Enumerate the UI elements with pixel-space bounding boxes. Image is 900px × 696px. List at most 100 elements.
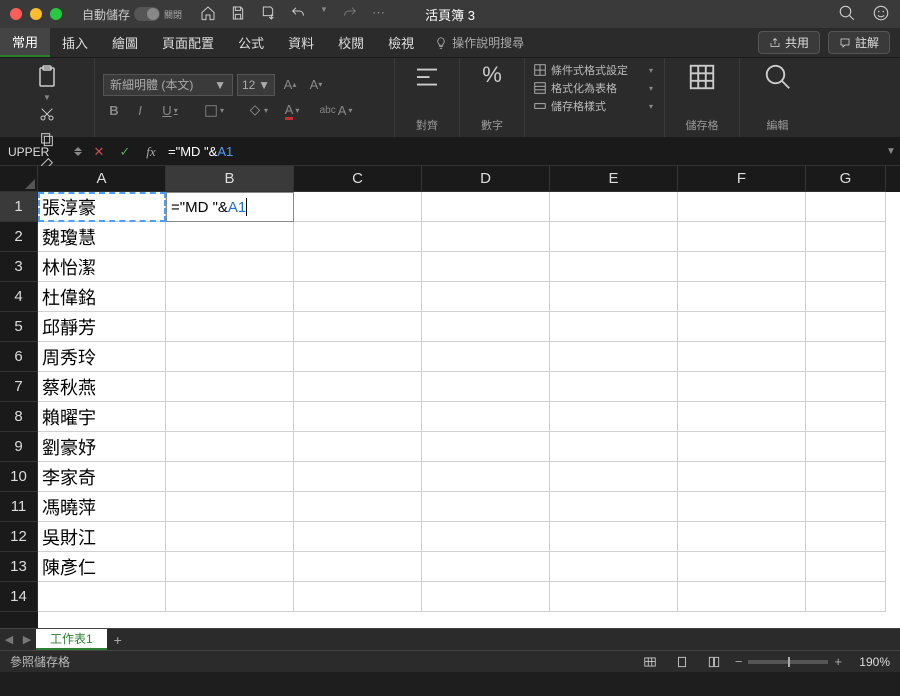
conditional-formatting-button[interactable]: 條件式格式設定▾ — [533, 62, 653, 78]
row-header[interactable]: 12 — [0, 522, 38, 552]
enter-button[interactable]: ✓ — [112, 144, 138, 160]
cell[interactable] — [550, 342, 678, 372]
cell[interactable] — [422, 222, 550, 252]
bold-button[interactable]: B — [103, 100, 125, 122]
cell[interactable] — [550, 192, 678, 222]
save-as-icon[interactable] — [260, 5, 276, 24]
cell[interactable] — [550, 372, 678, 402]
cell[interactable] — [294, 492, 422, 522]
number-format-button[interactable]: % — [467, 62, 517, 88]
cancel-button[interactable]: ✕ — [86, 144, 112, 160]
cell[interactable] — [166, 342, 294, 372]
cell[interactable] — [422, 312, 550, 342]
cell[interactable] — [166, 372, 294, 402]
cell[interactable] — [38, 582, 166, 612]
page-layout-view-button[interactable] — [671, 653, 693, 671]
font-name-select[interactable]: 新細明體 (本文)▼ — [103, 74, 233, 96]
cell[interactable]: 蔡秋燕 — [38, 372, 166, 402]
share-button[interactable]: 共用 — [758, 31, 820, 54]
cell[interactable] — [294, 282, 422, 312]
col-header-c[interactable]: C — [294, 166, 422, 192]
cell[interactable] — [294, 252, 422, 282]
border-button[interactable]: ▾ — [199, 100, 229, 122]
cell[interactable] — [294, 522, 422, 552]
cell[interactable]: 張淳豪 — [38, 192, 166, 222]
cell[interactable] — [550, 462, 678, 492]
cell[interactable] — [806, 342, 886, 372]
tab-view[interactable]: 檢視 — [376, 28, 426, 57]
tab-data[interactable]: 資料 — [276, 28, 326, 57]
row-header[interactable]: 3 — [0, 252, 38, 282]
undo-dropdown-icon[interactable]: ▼ — [320, 5, 328, 24]
cell[interactable] — [806, 522, 886, 552]
cell[interactable] — [806, 552, 886, 582]
zoom-percent[interactable]: 190% — [848, 655, 890, 669]
cell[interactable] — [294, 582, 422, 612]
cell[interactable]: 林怡潔 — [38, 252, 166, 282]
cell[interactable]: 賴曜宇 — [38, 402, 166, 432]
cell[interactable]: 杜偉銘 — [38, 282, 166, 312]
cell[interactable] — [422, 402, 550, 432]
col-header-b[interactable]: B — [166, 166, 294, 192]
tab-formulas[interactable]: 公式 — [226, 28, 276, 57]
cell[interactable] — [678, 282, 806, 312]
cell[interactable]: ="MD "&A1 — [166, 192, 294, 222]
cell[interactable] — [166, 462, 294, 492]
cells-button[interactable] — [677, 62, 727, 92]
expand-formula-bar-icon[interactable]: ▼ — [882, 146, 900, 157]
cell[interactable] — [294, 342, 422, 372]
cell[interactable] — [422, 432, 550, 462]
cell[interactable] — [806, 432, 886, 462]
cell[interactable] — [422, 342, 550, 372]
sheet-nav-next[interactable]: ▶ — [18, 633, 36, 646]
tab-home[interactable]: 常用 — [0, 28, 50, 57]
emoji-icon[interactable] — [872, 4, 890, 25]
col-header-f[interactable]: F — [678, 166, 806, 192]
cell[interactable] — [166, 222, 294, 252]
cell[interactable] — [422, 372, 550, 402]
row-header[interactable]: 8 — [0, 402, 38, 432]
formula-input[interactable]: ="MD "&A1 — [164, 144, 882, 160]
row-header[interactable]: 14 — [0, 582, 38, 612]
cell[interactable] — [806, 222, 886, 252]
cell[interactable] — [678, 492, 806, 522]
row-header[interactable]: 11 — [0, 492, 38, 522]
cell[interactable] — [166, 522, 294, 552]
cell[interactable] — [294, 462, 422, 492]
cell[interactable] — [294, 312, 422, 342]
cell[interactable] — [806, 462, 886, 492]
tab-draw[interactable]: 繪圖 — [100, 28, 150, 57]
row-header[interactable]: 13 — [0, 552, 38, 582]
zoom-in-button[interactable]: + — [834, 654, 842, 669]
cell[interactable] — [678, 252, 806, 282]
minimize-window-button[interactable] — [30, 8, 42, 20]
comments-button[interactable]: 註解 — [828, 31, 890, 54]
increase-font-icon[interactable]: A▴ — [279, 74, 301, 96]
cell[interactable] — [678, 402, 806, 432]
cell[interactable] — [422, 192, 550, 222]
cell[interactable] — [550, 492, 678, 522]
cell[interactable] — [166, 252, 294, 282]
cell[interactable] — [166, 282, 294, 312]
cell[interactable] — [806, 492, 886, 522]
cell[interactable] — [422, 492, 550, 522]
cell[interactable] — [166, 582, 294, 612]
cell[interactable] — [422, 522, 550, 552]
cell[interactable] — [550, 252, 678, 282]
cell[interactable] — [166, 432, 294, 462]
tab-review[interactable]: 校閱 — [326, 28, 376, 57]
cell[interactable] — [550, 432, 678, 462]
cell[interactable]: 陳彥仁 — [38, 552, 166, 582]
cell[interactable] — [678, 582, 806, 612]
tab-insert[interactable]: 插入 — [50, 28, 100, 57]
cell[interactable] — [678, 222, 806, 252]
name-box[interactable]: UPPER — [0, 145, 70, 159]
row-header[interactable]: 6 — [0, 342, 38, 372]
select-all-corner[interactable] — [0, 166, 38, 192]
italic-button[interactable]: I — [129, 100, 151, 122]
cell[interactable] — [806, 372, 886, 402]
row-header[interactable]: 10 — [0, 462, 38, 492]
zoom-slider[interactable] — [748, 660, 828, 664]
tell-me-search[interactable]: 操作說明搜尋 — [434, 34, 524, 51]
cell[interactable] — [294, 372, 422, 402]
